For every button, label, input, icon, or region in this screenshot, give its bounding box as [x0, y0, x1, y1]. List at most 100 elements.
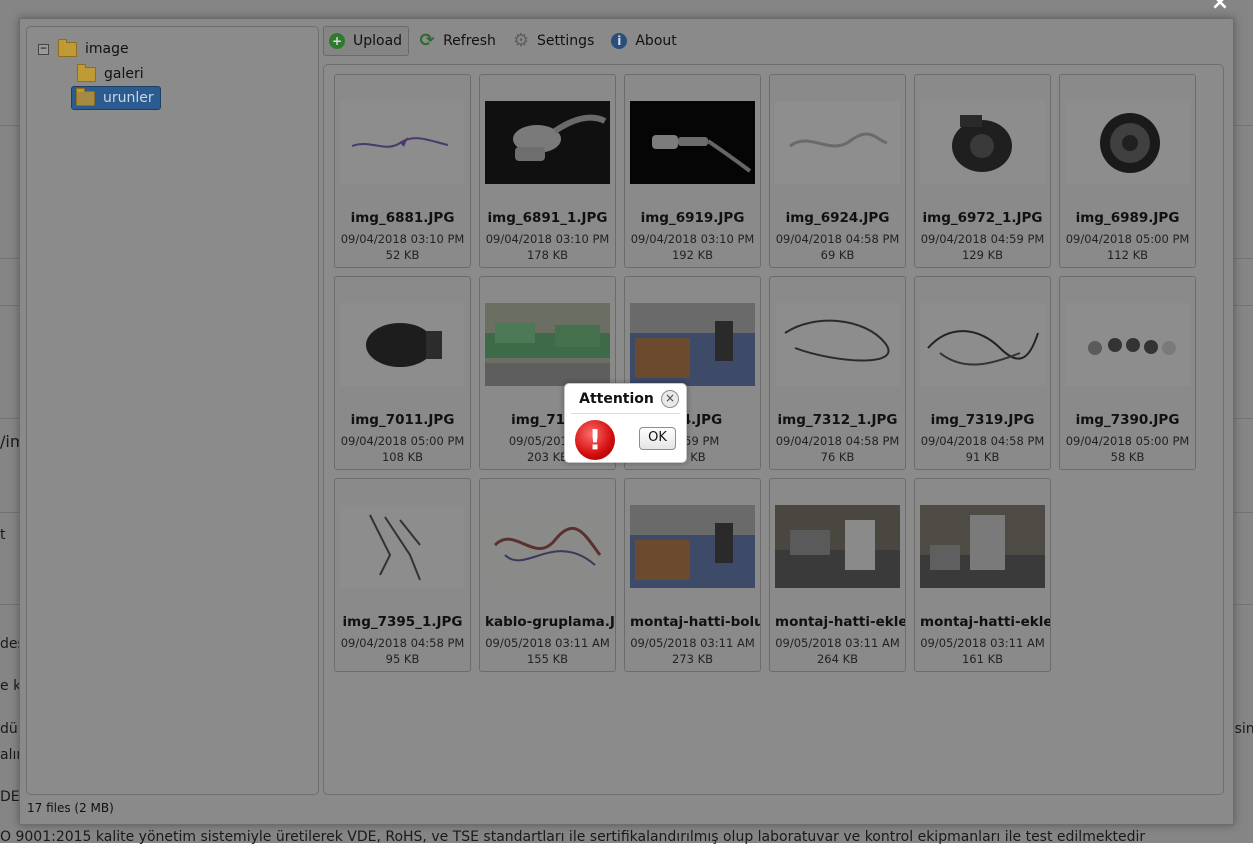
- dialog-divider: [571, 413, 680, 414]
- collapse-toggle-icon[interactable]: −: [38, 43, 49, 55]
- file-date: 09/04/2018 04:59 PM: [920, 232, 1045, 246]
- file-item[interactable]: img_6891_1.JPG 09/04/2018 03:10 PM 178 KB: [479, 74, 616, 268]
- file-date: 09/04/2018 04:58 PM: [775, 232, 900, 246]
- file-thumbnail: [485, 101, 610, 184]
- dialog-close-icon[interactable]: ×: [661, 390, 679, 408]
- file-name: img_6972_1.JPG: [922, 210, 1043, 226]
- folder-icon: [76, 87, 95, 106]
- upload-label: Upload: [353, 33, 403, 49]
- file-size: 112 KB: [1106, 248, 1149, 262]
- file-thumbnail: [630, 303, 755, 386]
- about-button[interactable]: i About: [605, 26, 683, 56]
- file-size: 155 KB: [526, 652, 569, 666]
- file-item[interactable]: img_7390.JPG 09/04/2018 05:00 PM 58 KB: [1059, 276, 1196, 470]
- folder-icon: [58, 38, 77, 57]
- file-name: img_7011.JPG: [350, 412, 455, 428]
- refresh-label: Refresh: [443, 33, 496, 49]
- file-name: img_6881.JPG: [350, 210, 455, 226]
- file-thumbnail: [485, 505, 610, 588]
- file-item[interactable]: kablo-gruplama.JI 09/05/2018 03:11 AM 155 …: [479, 478, 616, 672]
- file-item[interactable]: img_6919.JPG 09/04/2018 03:10 PM 192 KB: [624, 74, 761, 268]
- file-name: img_7395_1.JPG: [342, 614, 463, 630]
- tree-node-galeri[interactable]: galeri: [77, 63, 144, 85]
- file-thumbnail: [485, 303, 610, 386]
- folder-tree-panel: − image galeri urunler: [26, 26, 319, 795]
- file-name: kablo-gruplama.JI: [485, 614, 615, 630]
- files-panel: img_6881.JPG 09/04/2018 03:10 PM 52 KB img_…: [323, 64, 1224, 795]
- file-size: 161 KB: [961, 652, 1004, 666]
- file-thumbnail: [340, 505, 465, 588]
- file-size: 129 KB: [961, 248, 1004, 262]
- file-size: 95 KB: [385, 652, 420, 666]
- file-item[interactable]: montaj-hatti-ekle- 09/05/2018 03:11 AM 264…: [769, 478, 906, 672]
- file-date: 09/04/2018 04:58 PM: [775, 434, 900, 448]
- close-icon[interactable]: ×: [1209, 0, 1231, 14]
- file-thumbnail: [920, 303, 1045, 386]
- file-item[interactable]: img_7312_1.JPG 09/04/2018 04:58 PM 76 KB: [769, 276, 906, 470]
- file-date: 09/04/2018 04:58 PM: [340, 636, 465, 650]
- settings-label: Settings: [536, 33, 595, 49]
- file-thumbnail: [340, 303, 465, 386]
- file-item[interactable]: img_6924.JPG 09/04/2018 04:58 PM 69 KB: [769, 74, 906, 268]
- file-date: 09/04/2018 05:00 PM: [1065, 434, 1190, 448]
- file-date: 09/04/2018 05:00 PM: [340, 434, 465, 448]
- file-date: 09/05/2018 03:11 AM: [775, 636, 900, 650]
- file-thumbnail: [630, 505, 755, 588]
- file-item[interactable]: img_7011.JPG 09/04/2018 05:00 PM 108 KB: [334, 276, 471, 470]
- tree-node-urunler[interactable]: urunler: [71, 86, 161, 110]
- file-thumbnail: [630, 101, 755, 184]
- file-thumbnail: [775, 303, 900, 386]
- file-size: 178 KB: [526, 248, 569, 262]
- file-item[interactable]: montaj-hatti-ekle. 09/05/2018 03:11 AM 161…: [914, 478, 1051, 672]
- file-item[interactable]: montaj-hatti-bolu 09/05/2018 03:11 AM 273 …: [624, 478, 761, 672]
- attention-dialog: Attention × ! OK: [564, 383, 687, 463]
- folder-icon: [77, 63, 96, 82]
- file-size: 264 KB: [816, 652, 859, 666]
- file-size: 91 KB: [965, 450, 1000, 464]
- file-date: 09/04/2018 04:58 PM: [920, 434, 1045, 448]
- file-name: img_7319.JPG: [930, 412, 1035, 428]
- upload-button[interactable]: + Upload: [323, 26, 410, 56]
- file-size: 192 KB: [671, 248, 714, 262]
- info-icon: i: [611, 33, 628, 49]
- refresh-icon: ⟳: [419, 30, 435, 51]
- settings-button[interactable]: ⚙ Settings: [507, 26, 601, 56]
- file-name: montaj-hatti-ekle.: [920, 614, 1050, 630]
- file-date: 09/05/2018 03:11 AM: [485, 636, 610, 650]
- file-size: 108 KB: [381, 450, 424, 464]
- about-label: About: [635, 33, 677, 49]
- file-date: 09/05/2018 03:11 AM: [920, 636, 1045, 650]
- file-item[interactable]: img_6881.JPG 09/04/2018 03:10 PM 52 KB: [334, 74, 471, 268]
- file-item[interactable]: img_7319.JPG 09/04/2018 04:58 PM 91 KB: [914, 276, 1051, 470]
- gear-icon: ⚙: [512, 30, 530, 51]
- ok-button[interactable]: OK: [639, 427, 676, 450]
- file-name: img_6924.JPG: [785, 210, 890, 226]
- file-date: 09/04/2018 03:10 PM: [630, 232, 755, 246]
- file-thumbnail: [1065, 303, 1190, 386]
- tree-node-image[interactable]: − image: [38, 38, 129, 60]
- file-thumbnail: [340, 101, 465, 184]
- file-size: 52 KB: [385, 248, 420, 262]
- file-item[interactable]: img_6989.JPG 09/04/2018 05:00 PM 112 KB: [1059, 74, 1196, 268]
- file-thumbnail: [920, 101, 1045, 184]
- file-item[interactable]: img_6972_1.JPG 09/04/2018 04:59 PM 129 KB: [914, 74, 1051, 268]
- file-name: montaj-hatti-ekle-: [775, 614, 905, 630]
- file-thumbnail: [1065, 101, 1190, 184]
- tree-node-label: galeri: [104, 66, 144, 82]
- file-item[interactable]: img_7395_1.JPG 09/04/2018 04:58 PM 95 KB: [334, 478, 471, 672]
- file-size: 76 KB: [820, 450, 855, 464]
- toolbar: + Upload ⟳ Refresh ⚙ Settings i About: [323, 26, 688, 56]
- file-name: img_6919.JPG: [640, 210, 745, 226]
- file-thumbnail: [920, 505, 1045, 588]
- file-thumbnail: [775, 505, 900, 588]
- upload-icon: +: [329, 33, 345, 49]
- refresh-button[interactable]: ⟳ Refresh: [413, 26, 503, 56]
- file-date: 09/04/2018 03:10 PM: [340, 232, 465, 246]
- file-name: img_7312_1.JPG: [777, 412, 898, 428]
- tree-node-label: image: [85, 41, 129, 57]
- file-date: 09/05/2018 03:11 AM: [630, 636, 755, 650]
- file-name: img_6989.JPG: [1075, 210, 1180, 226]
- file-date: 09/04/2018 03:10 PM: [485, 232, 610, 246]
- file-name: img_7390.JPG: [1075, 412, 1180, 428]
- file-thumbnail: [775, 101, 900, 184]
